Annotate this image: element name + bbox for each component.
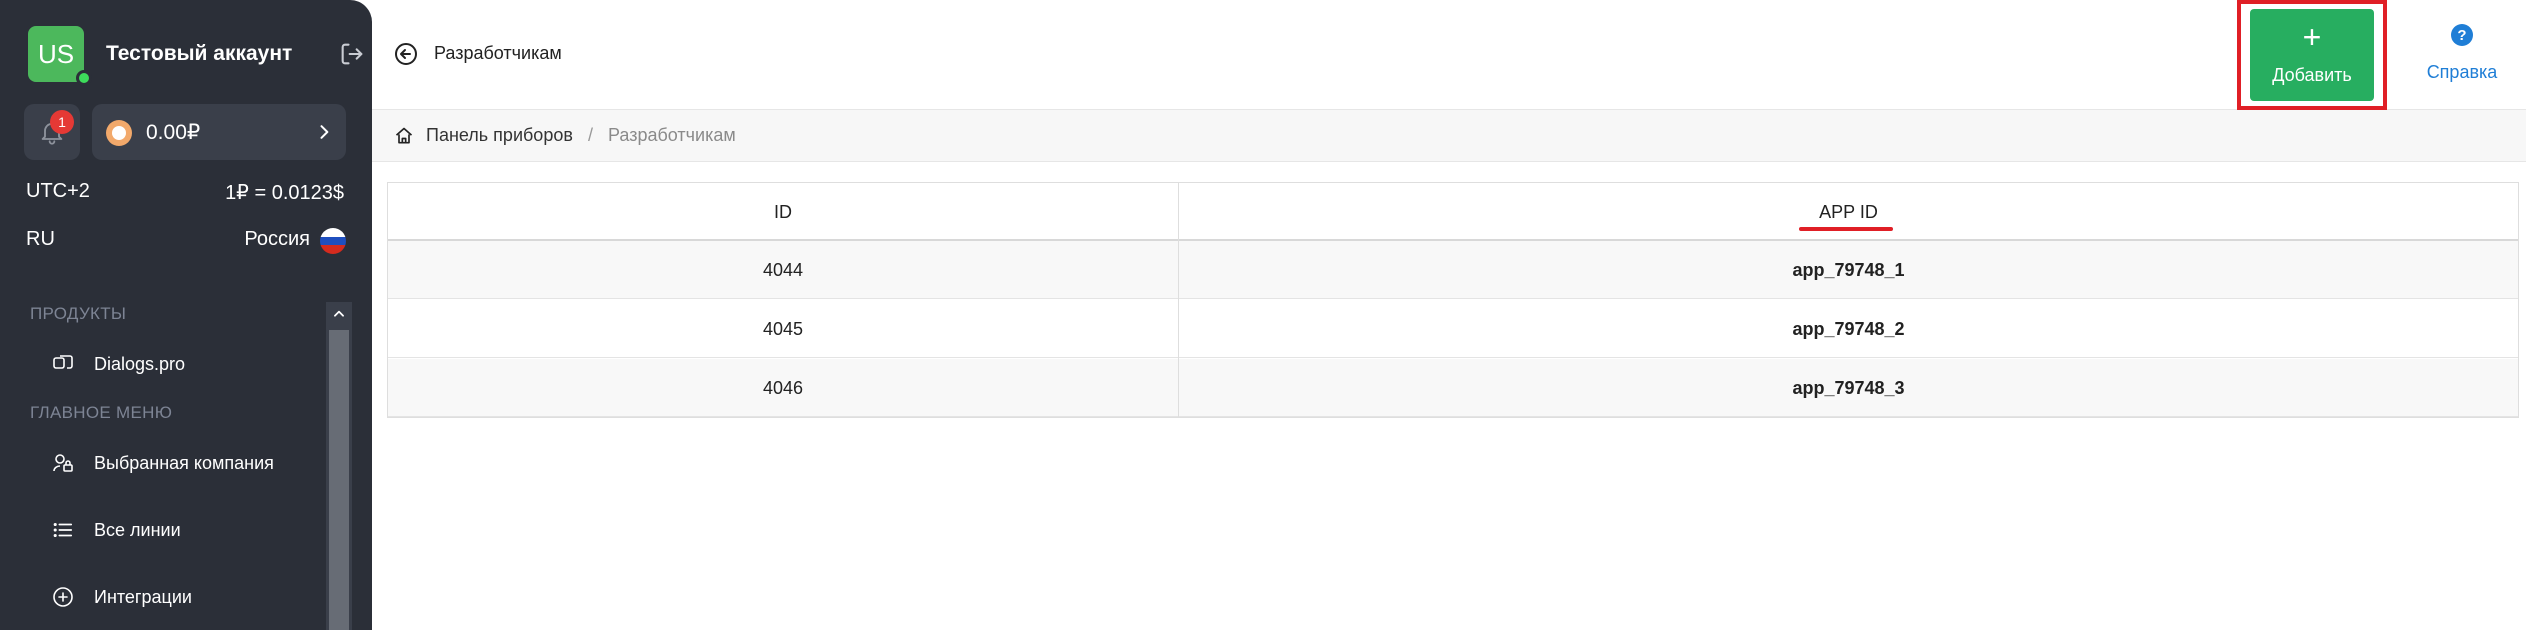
list-icon xyxy=(50,517,76,543)
account-name[interactable]: Тестовый аккаунт xyxy=(106,42,292,66)
add-button[interactable]: + Добавить xyxy=(2250,9,2374,101)
question-icon: ? xyxy=(2451,24,2473,46)
column-divider xyxy=(1178,183,1179,417)
sidebar-item-selected-company[interactable]: Выбранная компания xyxy=(50,443,330,483)
breadcrumb-current: Разработчикам xyxy=(608,125,736,145)
country-selector[interactable]: Россия xyxy=(244,228,310,251)
help-label: Справка xyxy=(2426,62,2498,82)
column-header-app-id[interactable]: APP ID xyxy=(1179,183,2518,241)
top-bar: Разработчикам + Добавить ? Справка xyxy=(372,0,2526,110)
breadcrumb-dashboard[interactable]: Панель приборов xyxy=(426,125,573,146)
online-status-dot xyxy=(76,70,92,86)
sidebar: US Тестовый аккаунт 1 0.00₽ UTC+2 1₽ = 0… xyxy=(0,0,372,630)
balance-button[interactable]: 0.00₽ xyxy=(92,104,346,160)
exchange-rate: 1₽ = 0.0123$ xyxy=(225,182,344,204)
cell-id: 4045 xyxy=(762,318,804,339)
section-products: ПРОДУКТЫ xyxy=(30,304,127,323)
balance-amount: 0.00₽ xyxy=(146,121,201,144)
table-header: ID APP ID xyxy=(388,183,2518,241)
dialogs-icon xyxy=(50,351,76,377)
scroll-up-icon[interactable] xyxy=(326,302,352,326)
page-title: Разработчикам xyxy=(434,43,562,63)
sidebar-item-all-lines[interactable]: Все линии xyxy=(50,510,330,550)
table-row[interactable]: 4046 app_79748_3 xyxy=(388,359,2518,417)
app-id-underline-annotation xyxy=(1799,227,1893,231)
ruble-coin-icon xyxy=(106,120,132,146)
chevron-right-icon xyxy=(320,125,329,139)
help-link[interactable]: ? Справка xyxy=(2412,20,2512,90)
add-button-label: Добавить xyxy=(2272,65,2352,85)
notifications-button[interactable] xyxy=(24,104,80,160)
sidebar-item-label: Выбранная компания xyxy=(94,452,274,473)
sidebar-item-label: Интеграции xyxy=(94,586,192,607)
section-main-menu: ГЛАВНОЕ МЕНЮ xyxy=(30,403,173,422)
table-row[interactable]: 4045 app_79748_2 xyxy=(388,300,2518,358)
back-arrow-icon[interactable] xyxy=(394,42,418,66)
scrollbar-thumb[interactable] xyxy=(329,330,349,630)
plus-icon: + xyxy=(2302,19,2322,55)
cell-app-id: app_79748_2 xyxy=(1792,318,1905,339)
cell-id: 4046 xyxy=(762,377,804,398)
breadcrumb-separator: / xyxy=(588,125,594,145)
cell-id: 4044 xyxy=(762,259,804,280)
language-selector[interactable]: RU xyxy=(26,228,55,251)
column-header-id[interactable]: ID xyxy=(388,183,1178,241)
notification-badge: 1 xyxy=(50,110,74,134)
company-lock-icon xyxy=(50,450,76,476)
cell-app-id: app_79748_3 xyxy=(1792,377,1905,398)
sidebar-item-label: Dialogs.pro xyxy=(94,353,186,374)
plus-circle-icon xyxy=(50,584,76,610)
home-icon[interactable] xyxy=(394,126,414,146)
sidebar-item-integrations[interactable]: Интеграции xyxy=(50,577,330,617)
cell-app-id: app_79748_1 xyxy=(1792,259,1905,280)
account-header: US Тестовый аккаунт xyxy=(28,26,372,86)
timezone-label: UTC+2 xyxy=(26,180,90,202)
avatar[interactable]: US xyxy=(28,26,84,82)
russia-flag-icon xyxy=(320,228,346,254)
breadcrumb: Панель приборов / Разработчикам xyxy=(372,110,2526,162)
logout-icon[interactable] xyxy=(338,40,366,68)
sidebar-item-label: Все линии xyxy=(94,519,181,540)
sidebar-item-dialogs-pro[interactable]: Dialogs.pro xyxy=(50,344,330,384)
table-row[interactable]: 4044 app_79748_1 xyxy=(388,241,2518,299)
apps-table: ID APP ID 4044 app_79748_1 4045 app_7974… xyxy=(387,182,2519,418)
